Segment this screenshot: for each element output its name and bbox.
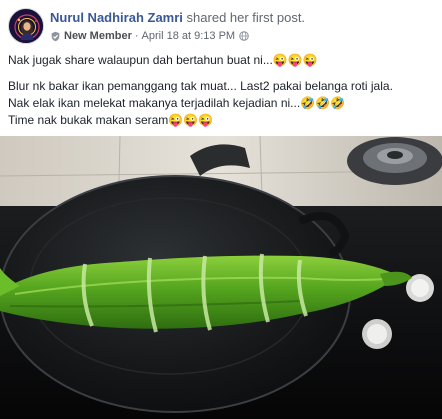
post-line-1: Nak jugak share walaupun dah bertahun bu… [8,53,318,67]
post-photo-image [0,136,442,419]
post-line-2: Blur nk bakar ikan pemanggang tak muat..… [8,79,393,93]
post-timestamp-link[interactable]: April 18 at 9:13 PM [142,29,236,43]
post-photo[interactable] [0,136,442,419]
post-line-3: Nak elak ikan melekat makanya terjadilah… [8,96,345,110]
author-line: Nurul Nadhirah Zamri shared her first po… [50,10,305,26]
author-name-link[interactable]: Nurul Nadhirah Zamri [50,10,183,25]
post-body-text: Nak jugak share walaupun dah bertahun bu… [8,52,436,129]
avatar[interactable] [8,8,44,44]
post-meta: New Member · April 18 at 9:13 PM [50,29,249,43]
post-line-4: Time nak bukak makan seram😜😜😜 [8,113,214,127]
new-member-badge-icon [50,31,61,42]
new-member-badge-label: New Member [64,30,132,42]
avatar-image [10,10,43,43]
globe-icon[interactable] [239,31,249,41]
author-action-text: shared her first post. [186,10,306,25]
meta-separator: · [134,30,139,42]
post-header: Nurul Nadhirah Zamri shared her first po… [8,8,434,44]
